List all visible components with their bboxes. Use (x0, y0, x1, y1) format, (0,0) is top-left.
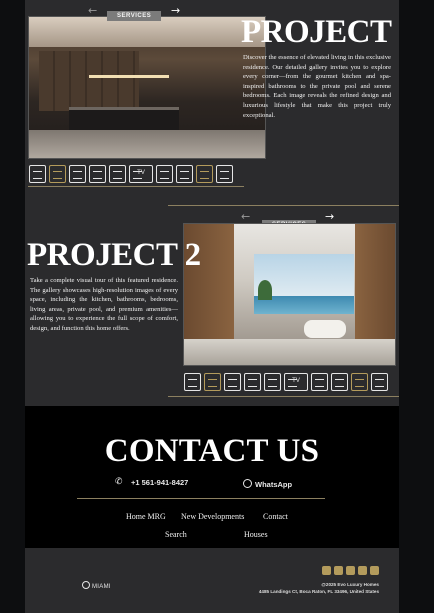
sofa-icon (244, 373, 261, 391)
dining-icon (69, 165, 86, 183)
amenity-icons-row: TV (29, 163, 233, 185)
prev-arrow-icon[interactable]: ← (241, 211, 250, 222)
house-icon (176, 165, 193, 183)
bed-icon (264, 373, 281, 391)
pool-icon (29, 165, 46, 183)
social-icons (322, 566, 379, 575)
divider (168, 396, 399, 397)
contact-title: CONTACT US (104, 433, 320, 469)
footer-legal: @2025 Evo Luxury Homes 4485 Landings Ct,… (259, 581, 379, 595)
garage-icon (156, 165, 173, 183)
project-2-section: ← SERVICES → PROJECT 2 Take a complete v… (25, 200, 399, 406)
copyright-text: @2025 Evo Luxury Homes (321, 582, 379, 587)
miami-logo-icon (82, 581, 90, 589)
dining-icon (224, 373, 241, 391)
linkedin-icon[interactable] (346, 566, 355, 575)
project-2-title: PROJECT 2 (27, 237, 201, 273)
lounge-chair-icon (204, 373, 221, 391)
pool-icon (184, 373, 201, 391)
project-1-description: Discover the essence of elevated living … (243, 54, 391, 119)
garage-icon (311, 373, 328, 391)
next-arrow-icon[interactable]: → (325, 211, 334, 222)
nav-link-houses[interactable]: Houses (244, 530, 268, 539)
services-badge[interactable]: SERVICES (107, 11, 162, 21)
divider (28, 186, 244, 187)
phone-icon: ✆ (115, 477, 123, 487)
nav-link-home[interactable]: Home MRG (126, 512, 166, 521)
project-2-description: Take a complete visual tour of this feat… (30, 277, 178, 332)
project-2-image[interactable] (183, 223, 396, 366)
footer: MIAMI @2025 Evo Luxury Homes 4485 Landin… (25, 548, 399, 613)
whatsapp-icon (243, 479, 252, 488)
divider (168, 205, 399, 206)
divider (77, 498, 325, 499)
email-page: ← SERVICES → TV PROJECT 1 Discover the e… (25, 0, 399, 613)
project-1-section: ← SERVICES → TV PROJECT 1 Discover the e… (25, 0, 399, 200)
bed-icon (109, 165, 126, 183)
project-1-image[interactable] (28, 16, 266, 159)
gym-icon (351, 373, 368, 391)
whatsapp-link[interactable]: WhatsApp (255, 480, 292, 489)
contact-section: CONTACT US ✆ +1 561-941-8427 WhatsApp Ho… (25, 406, 399, 548)
address-text: 4485 Landings Ct, Boca Raton, FL 33496, … (258, 589, 379, 594)
nav-link-search[interactable]: Search (165, 530, 187, 539)
miami-logo[interactable]: MIAMI (92, 584, 111, 590)
tiktok-icon[interactable] (370, 566, 379, 575)
tv-icon: TV (129, 165, 153, 183)
facebook-icon[interactable] (322, 566, 331, 575)
washer-icon (371, 373, 388, 391)
amenity-icons-row: TV (184, 371, 388, 393)
house-icon (331, 373, 348, 391)
project-1-title: PROJECT 1 (241, 14, 399, 50)
nav-link-new-developments[interactable]: New Developments (181, 512, 244, 521)
youtube-icon[interactable] (358, 566, 367, 575)
lounge-chair-icon (49, 165, 66, 183)
prev-arrow-icon[interactable]: ← (88, 5, 97, 16)
washer-icon (216, 165, 233, 183)
tv-icon: TV (284, 373, 308, 391)
next-arrow-icon[interactable]: → (171, 5, 180, 16)
sofa-icon (89, 165, 106, 183)
nav-link-contact[interactable]: Contact (263, 512, 288, 521)
instagram-icon[interactable] (334, 566, 343, 575)
gym-icon (196, 165, 213, 183)
phone-link[interactable]: +1 561-941-8427 (131, 478, 188, 487)
